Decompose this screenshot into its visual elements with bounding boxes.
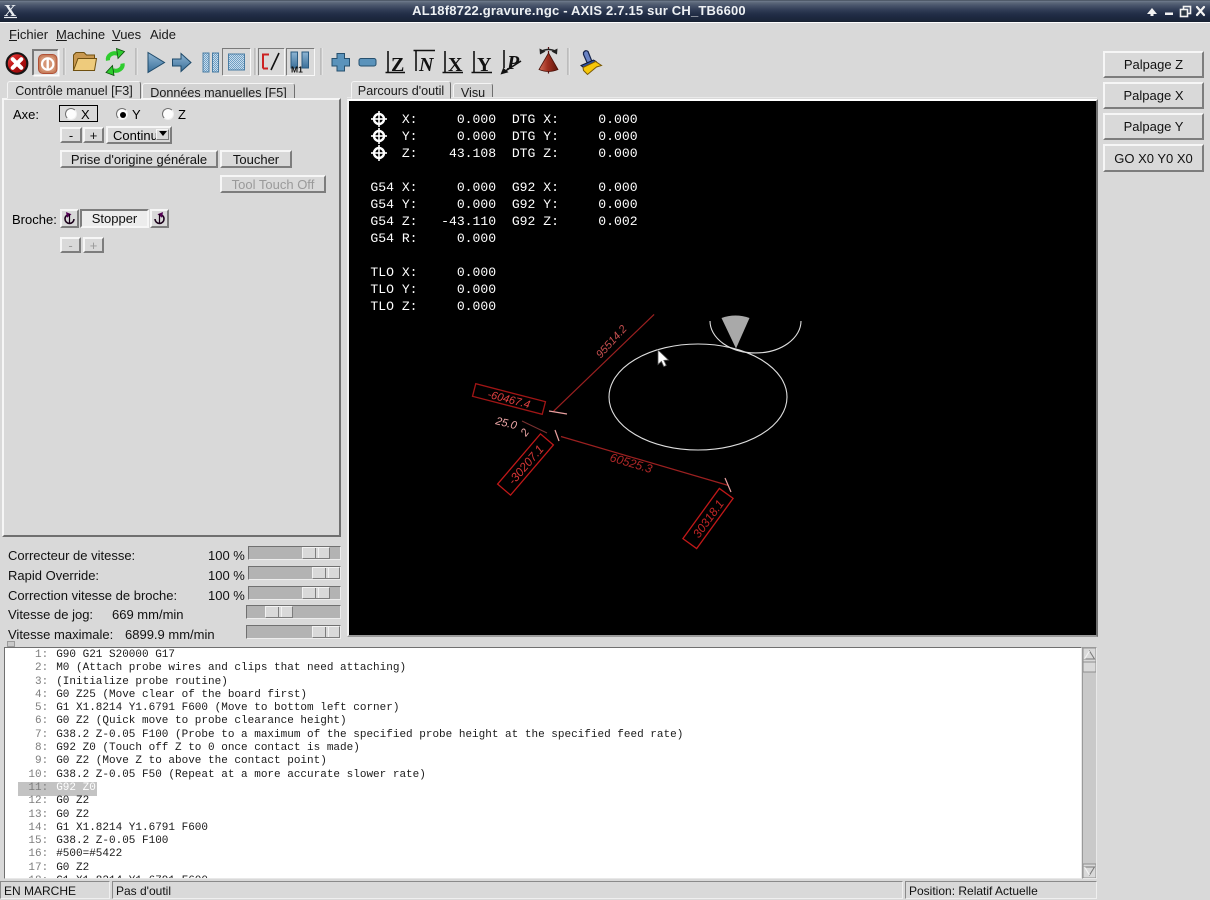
svg-text:N: N [418, 54, 435, 76]
svg-text:M1: M1 [291, 65, 303, 75]
svg-text:2: 2 [518, 427, 532, 440]
svg-text:-30207.1: -30207.1 [505, 442, 546, 487]
svg-text:60525.3: 60525.3 [608, 450, 654, 476]
svg-text:25.0: 25.0 [493, 415, 519, 432]
